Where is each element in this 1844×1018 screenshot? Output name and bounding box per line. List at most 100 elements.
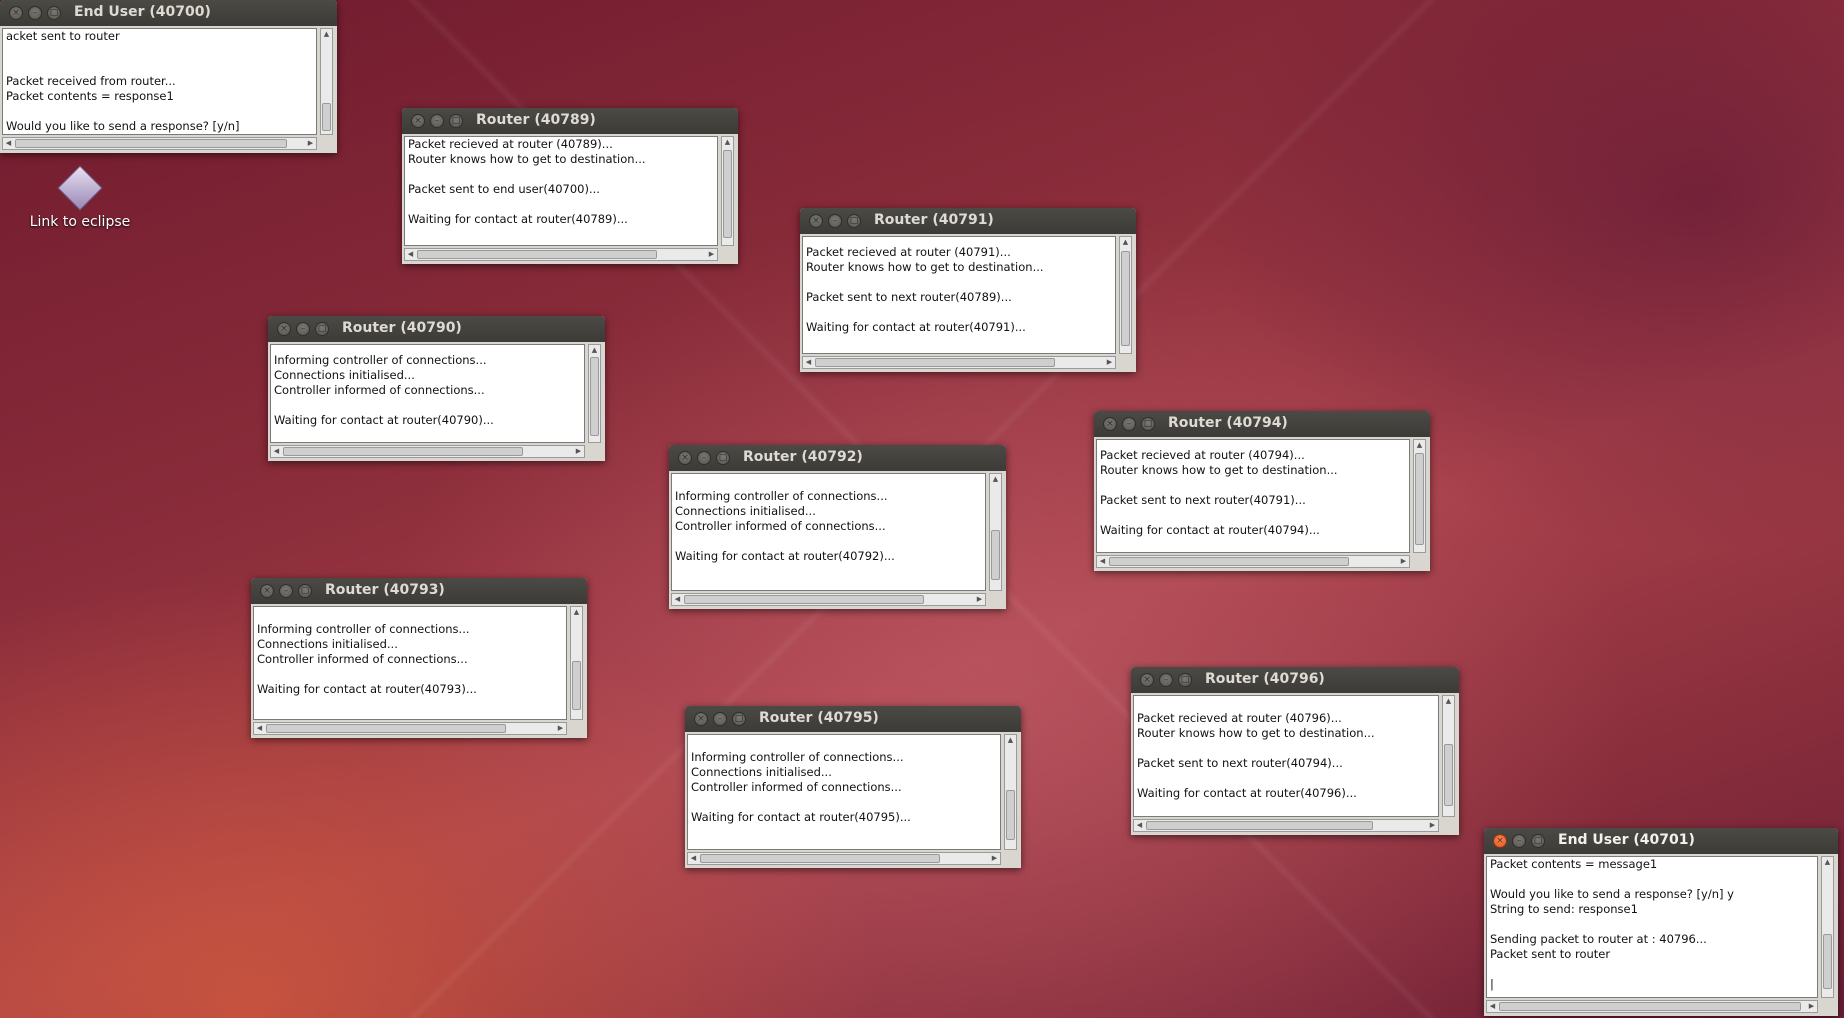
scroll-right-icon[interactable]: ▶ bbox=[989, 853, 1000, 864]
close-icon[interactable]: × bbox=[678, 451, 692, 465]
window-titlebar[interactable]: × – □ Router (40791) bbox=[800, 208, 1136, 234]
scroll-up-icon[interactable]: ▲ bbox=[722, 137, 733, 148]
scroll-left-icon[interactable]: ◀ bbox=[688, 853, 699, 864]
vertical-scrollbar[interactable]: ▲ bbox=[1821, 856, 1834, 998]
scroll-thumb[interactable] bbox=[1823, 934, 1832, 990]
scroll-thumb[interactable] bbox=[1109, 557, 1349, 566]
close-icon[interactable]: × bbox=[260, 584, 274, 598]
scroll-right-icon[interactable]: ▶ bbox=[305, 138, 316, 149]
scroll-thumb[interactable] bbox=[283, 447, 523, 456]
horizontal-scrollbar[interactable]: ◀ ▶ bbox=[2, 137, 317, 150]
scroll-left-icon[interactable]: ◀ bbox=[1097, 556, 1108, 567]
minimize-icon[interactable]: – bbox=[430, 114, 444, 128]
scroll-left-icon[interactable]: ◀ bbox=[405, 249, 416, 260]
scroll-thumb[interactable] bbox=[1006, 789, 1015, 840]
scroll-thumb[interactable] bbox=[723, 149, 732, 239]
scroll-thumb[interactable] bbox=[322, 102, 331, 131]
close-icon[interactable]: × bbox=[9, 6, 23, 20]
scroll-up-icon[interactable]: ▲ bbox=[1443, 696, 1454, 707]
scroll-thumb[interactable] bbox=[266, 724, 506, 733]
horizontal-scrollbar[interactable]: ◀ ▶ bbox=[253, 722, 567, 735]
scroll-thumb[interactable] bbox=[684, 595, 924, 604]
maximize-icon[interactable]: □ bbox=[732, 712, 746, 726]
window-end-user-40701[interactable]: × – □ End User (40701) Packet contents = m… bbox=[1484, 828, 1838, 1016]
vertical-scrollbar[interactable]: ▲ bbox=[1413, 439, 1426, 553]
scroll-thumb[interactable] bbox=[15, 139, 287, 148]
maximize-icon[interactable]: □ bbox=[315, 322, 329, 336]
console-output[interactable]: Packet contents = message1 Would you lik… bbox=[1486, 856, 1818, 998]
window-router-40789[interactable]: × – □ Router (40789) Packet recieved at ro… bbox=[402, 108, 738, 264]
scroll-up-icon[interactable]: ▲ bbox=[1822, 857, 1833, 868]
vertical-scrollbar[interactable]: ▲ bbox=[1119, 236, 1132, 354]
scroll-left-icon[interactable]: ◀ bbox=[672, 594, 683, 605]
scroll-left-icon[interactable]: ◀ bbox=[803, 357, 814, 368]
console-output[interactable]: acket sent to router Packet received fro… bbox=[2, 28, 317, 135]
minimize-icon[interactable]: – bbox=[1122, 417, 1136, 431]
console-output[interactable]: Packet recieved at router (40794)... Rou… bbox=[1096, 439, 1410, 553]
close-icon[interactable]: × bbox=[277, 322, 291, 336]
horizontal-scrollbar[interactable]: ◀ ▶ bbox=[1486, 1000, 1818, 1013]
scroll-up-icon[interactable]: ▲ bbox=[1414, 440, 1425, 451]
close-icon[interactable]: × bbox=[694, 712, 708, 726]
window-router-40791[interactable]: × – □ Router (40791) Packet recieved at ro… bbox=[800, 208, 1136, 372]
window-titlebar[interactable]: × – □ Router (40789) bbox=[402, 108, 738, 134]
scroll-thumb[interactable] bbox=[815, 358, 1055, 367]
window-titlebar[interactable]: × – □ End User (40700) bbox=[0, 0, 337, 26]
horizontal-scrollbar[interactable]: ◀ ▶ bbox=[270, 445, 585, 458]
window-titlebar[interactable]: × – □ Router (40793) bbox=[251, 578, 587, 604]
vertical-scrollbar[interactable]: ▲ bbox=[1442, 695, 1455, 817]
window-router-40796[interactable]: × – □ Router (40796) Packet recieved at ro… bbox=[1131, 667, 1459, 835]
maximize-icon[interactable]: □ bbox=[716, 451, 730, 465]
scroll-right-icon[interactable]: ▶ bbox=[555, 723, 566, 734]
minimize-icon[interactable]: – bbox=[1512, 834, 1526, 848]
vertical-scrollbar[interactable]: ▲ bbox=[320, 28, 333, 135]
vertical-scrollbar[interactable]: ▲ bbox=[721, 136, 734, 246]
console-output[interactable]: Informing controller of connections... C… bbox=[270, 344, 585, 443]
vertical-scrollbar[interactable]: ▲ bbox=[1004, 734, 1017, 850]
window-titlebar[interactable]: × – □ Router (40790) bbox=[268, 316, 605, 342]
minimize-icon[interactable]: – bbox=[28, 6, 42, 20]
minimize-icon[interactable]: – bbox=[713, 712, 727, 726]
window-titlebar[interactable]: × – □ Router (40794) bbox=[1094, 411, 1430, 437]
console-output[interactable]: Packet recieved at router (40796)... Rou… bbox=[1133, 695, 1439, 817]
scroll-left-icon[interactable]: ◀ bbox=[1134, 820, 1145, 831]
window-titlebar[interactable]: × – □ Router (40792) bbox=[669, 445, 1006, 471]
close-icon[interactable]: × bbox=[1103, 417, 1117, 431]
scroll-up-icon[interactable]: ▲ bbox=[1005, 735, 1016, 746]
maximize-icon[interactable]: □ bbox=[847, 214, 861, 228]
window-titlebar[interactable]: × – □ Router (40796) bbox=[1131, 667, 1459, 693]
horizontal-scrollbar[interactable]: ◀ ▶ bbox=[687, 852, 1001, 865]
scroll-left-icon[interactable]: ◀ bbox=[3, 138, 14, 149]
scroll-up-icon[interactable]: ▲ bbox=[990, 474, 1001, 485]
window-router-40793[interactable]: × – □ Router (40793) Informing controller … bbox=[251, 578, 587, 738]
scroll-left-icon[interactable]: ◀ bbox=[254, 723, 265, 734]
minimize-icon[interactable]: – bbox=[828, 214, 842, 228]
window-titlebar[interactable]: × – □ End User (40701) bbox=[1484, 828, 1838, 854]
scroll-right-icon[interactable]: ▶ bbox=[1398, 556, 1409, 567]
vertical-scrollbar[interactable]: ▲ bbox=[989, 473, 1002, 591]
vertical-scrollbar[interactable]: ▲ bbox=[588, 344, 601, 443]
scroll-right-icon[interactable]: ▶ bbox=[1104, 357, 1115, 368]
minimize-icon[interactable]: – bbox=[1159, 673, 1173, 687]
maximize-icon[interactable]: □ bbox=[449, 114, 463, 128]
close-icon[interactable]: × bbox=[411, 114, 425, 128]
scroll-thumb[interactable] bbox=[1444, 744, 1453, 806]
horizontal-scrollbar[interactable]: ◀ ▶ bbox=[671, 593, 986, 606]
close-icon[interactable]: × bbox=[809, 214, 823, 228]
maximize-icon[interactable]: □ bbox=[1531, 834, 1545, 848]
maximize-icon[interactable]: □ bbox=[298, 584, 312, 598]
horizontal-scrollbar[interactable]: ◀ ▶ bbox=[1133, 819, 1439, 832]
scroll-up-icon[interactable]: ▲ bbox=[1120, 237, 1131, 248]
scroll-up-icon[interactable]: ▲ bbox=[589, 345, 600, 356]
maximize-icon[interactable]: □ bbox=[47, 6, 61, 20]
scroll-thumb[interactable] bbox=[700, 854, 940, 863]
console-output[interactable]: Informing controller of connections... C… bbox=[671, 473, 986, 591]
scroll-thumb[interactable] bbox=[1146, 821, 1373, 830]
maximize-icon[interactable]: □ bbox=[1141, 417, 1155, 431]
console-output[interactable]: Informing controller of connections... C… bbox=[687, 734, 1001, 850]
console-output[interactable]: Packet recieved at router (40791)... Rou… bbox=[802, 236, 1116, 354]
vertical-scrollbar[interactable]: ▲ bbox=[570, 606, 583, 720]
scroll-up-icon[interactable]: ▲ bbox=[321, 29, 332, 40]
scroll-thumb[interactable] bbox=[590, 356, 599, 437]
scroll-up-icon[interactable]: ▲ bbox=[571, 607, 582, 618]
